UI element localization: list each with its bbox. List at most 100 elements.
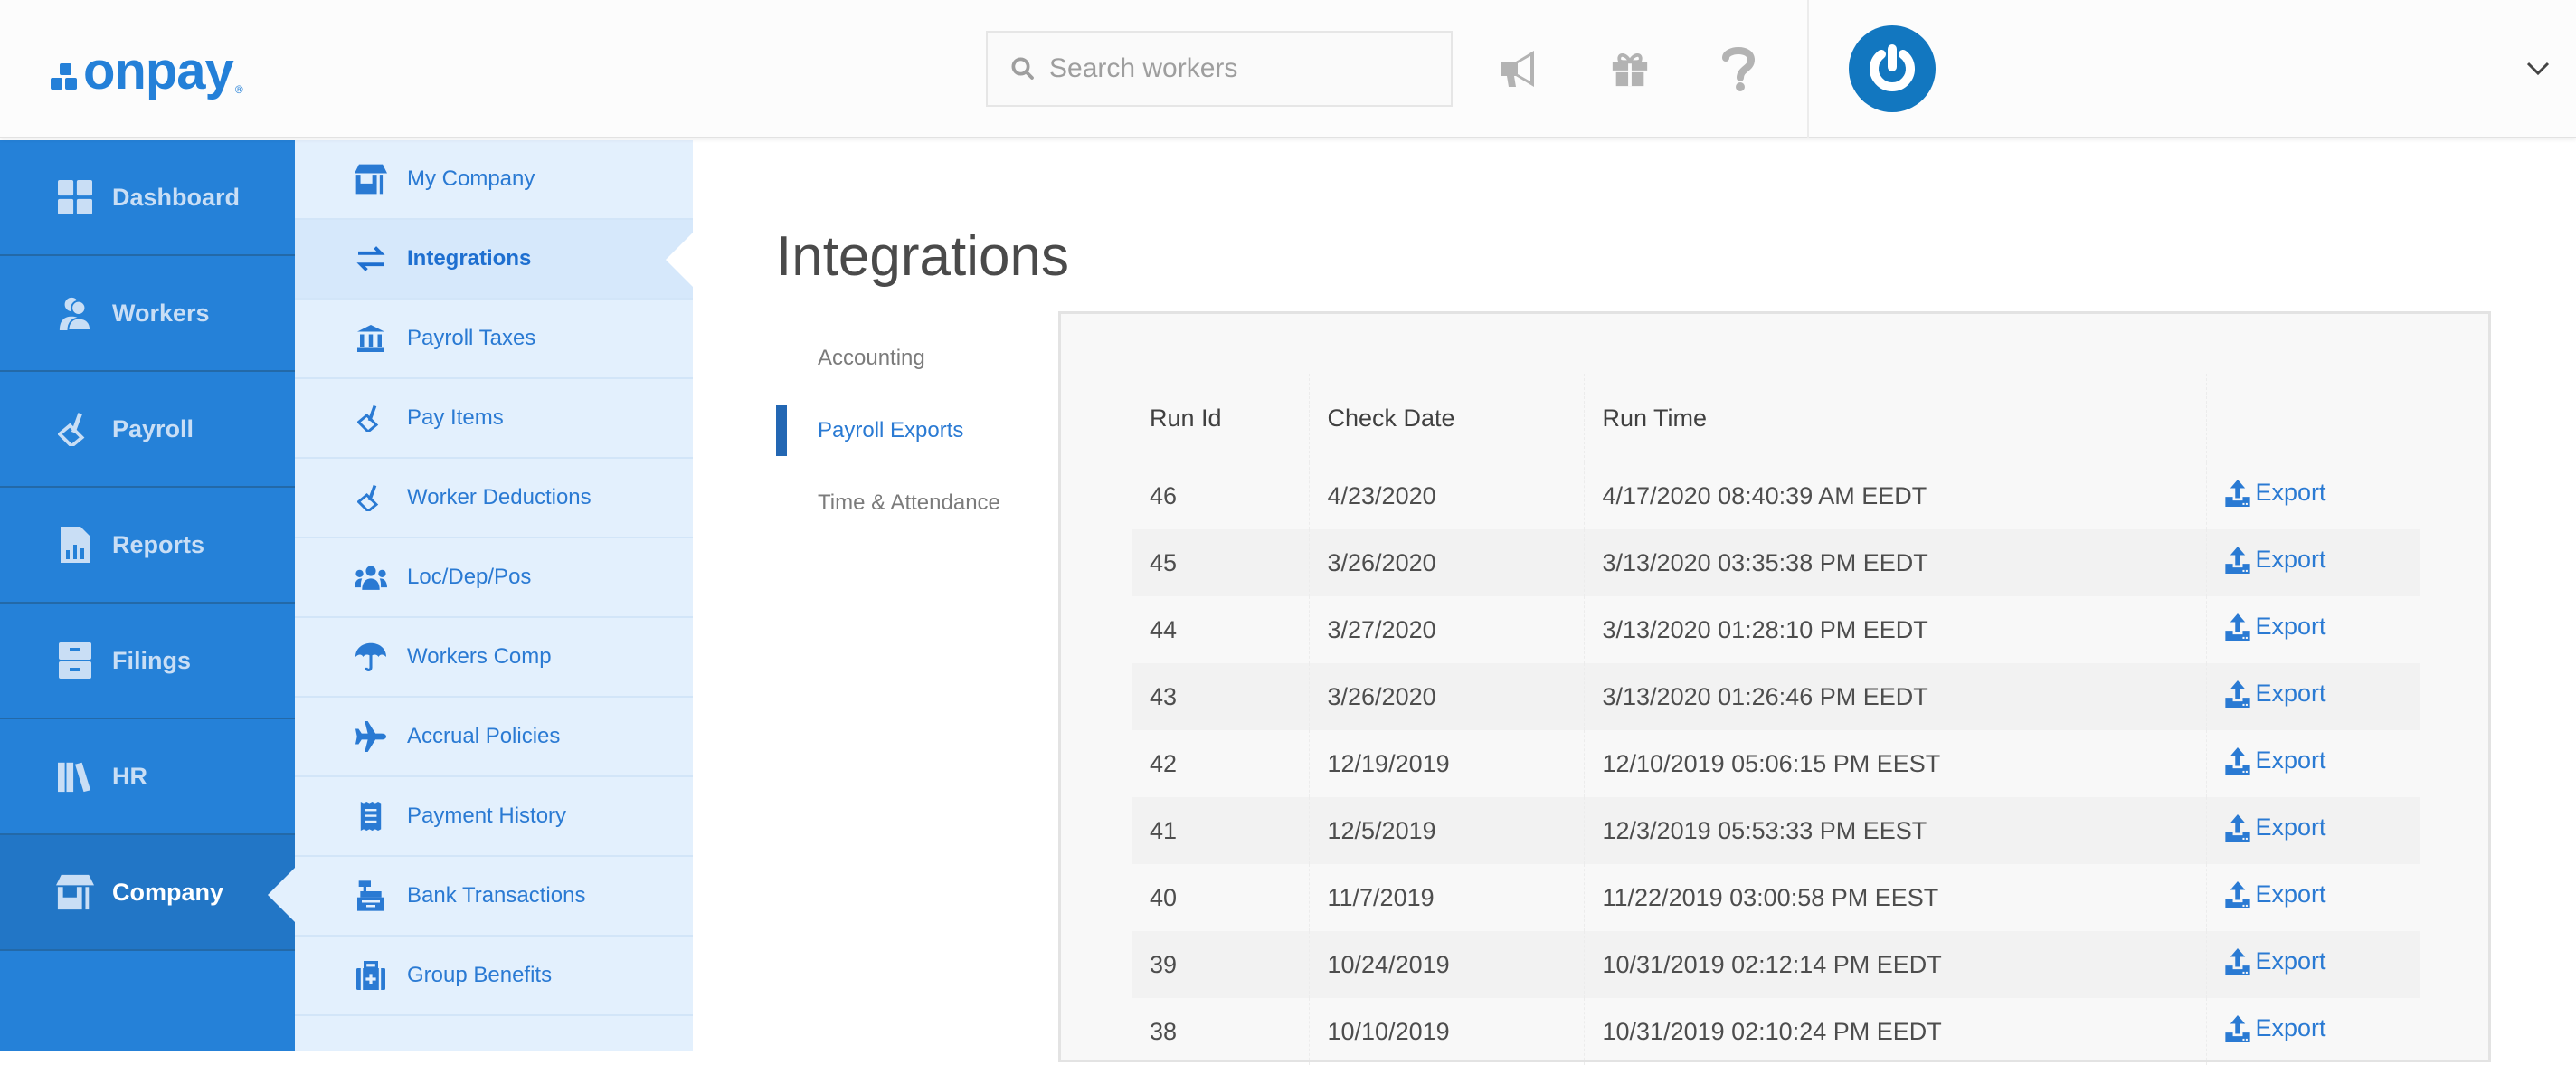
registered-mark: ®	[234, 83, 243, 96]
nav-hr[interactable]: HR	[0, 719, 295, 835]
subnav-label: Workers Comp	[407, 644, 552, 669]
export-button[interactable]: Export	[2224, 680, 2326, 708]
table-row: 45 3/26/2020 3/13/2020 03:35:38 PM EEDT …	[1132, 529, 2420, 596]
announcements-button[interactable]	[1494, 42, 1548, 96]
check-date-cell: 12/19/2019	[1308, 730, 1584, 797]
secondary-sidebar: My Company Integrations Payroll Taxes Pa…	[295, 140, 693, 1051]
actions-cell: Export	[2205, 998, 2420, 1065]
check-date-cell: 10/24/2019	[1308, 931, 1584, 998]
export-button[interactable]: Export	[2224, 546, 2326, 574]
nav-label: Filings	[112, 646, 191, 674]
export-button[interactable]: Export	[2224, 479, 2326, 507]
onpay-logo[interactable]: onpay ®	[51, 45, 243, 98]
exchange-icon	[355, 242, 387, 275]
nav-label: Reports	[112, 530, 205, 558]
table-row: 46 4/23/2020 4/17/2020 08:40:39 AM EEDT …	[1132, 462, 2420, 529]
subnav-workers-comp[interactable]: Workers Comp	[295, 618, 693, 698]
table-row: 41 12/5/2019 12/3/2019 05:53:33 PM EEST …	[1132, 797, 2420, 864]
workers-icon	[56, 294, 94, 332]
export-button[interactable]: Export	[2224, 880, 2326, 908]
export-button[interactable]: Export	[2224, 813, 2326, 842]
subnav-my-company[interactable]: My Company	[295, 140, 693, 220]
search-icon	[1011, 57, 1034, 80]
hr-icon	[56, 757, 94, 795]
primary-sidebar: Dashboard Workers Payroll Reports Filing…	[0, 140, 295, 1051]
search-input[interactable]	[1049, 53, 1429, 84]
cash-register-icon	[355, 880, 387, 912]
gift-icon	[1612, 53, 1648, 87]
subnav-label: Worker Deductions	[407, 485, 592, 509]
export-label: Export	[2255, 680, 2326, 708]
help-button[interactable]	[1711, 42, 1766, 96]
run-time-cell: 3/13/2020 03:35:38 PM EEDT	[1583, 529, 2206, 596]
top-bar: onpay ®	[0, 0, 2576, 138]
subnav-label: Payment History	[407, 804, 567, 828]
subnav-payroll-taxes[interactable]: Payroll Taxes	[295, 300, 693, 379]
payroll-icon	[56, 410, 94, 448]
check-date-cell: 11/7/2019	[1308, 864, 1584, 931]
export-label: Export	[2255, 613, 2326, 641]
account-menu-button[interactable]	[2524, 54, 2552, 83]
chevron-down-icon	[2526, 62, 2550, 76]
table-row: 39 10/24/2019 10/31/2019 02:12:14 PM EED…	[1132, 931, 2420, 998]
users-icon	[355, 561, 387, 594]
subnav-loc-dep-pos[interactable]: Loc/Dep/Pos	[295, 538, 693, 618]
nav-company[interactable]: Company	[0, 835, 295, 951]
upload-icon	[2224, 947, 2250, 975]
tab-time-attendance[interactable]: Time & Attendance	[776, 467, 1047, 539]
gifts-button[interactable]	[1603, 42, 1657, 96]
column-actions	[2205, 374, 2420, 462]
subnav-label: Accrual Policies	[407, 724, 561, 748]
nav-payroll[interactable]: Payroll	[0, 372, 295, 488]
subnav-bank-transactions[interactable]: Bank Transactions	[295, 857, 693, 937]
filings-icon	[56, 642, 94, 680]
integrations-tabs: Accounting Payroll Exports Time & Attend…	[776, 322, 1047, 539]
tab-payroll-exports[interactable]: Payroll Exports	[776, 395, 1047, 467]
run-time-cell: 4/17/2020 08:40:39 AM EEDT	[1583, 462, 2206, 529]
run-id-cell: 42	[1150, 749, 1178, 777]
run-id-cell: 39	[1132, 931, 1309, 998]
umbrella-icon	[355, 641, 387, 673]
run-id-cell: 38	[1150, 1017, 1178, 1045]
medkit-icon	[355, 959, 387, 992]
help-icon	[1722, 47, 1756, 91]
export-button[interactable]: Export	[2224, 613, 2326, 641]
tab-accounting[interactable]: Accounting	[776, 322, 1047, 395]
nav-filings[interactable]: Filings	[0, 604, 295, 719]
run-time-cell: 3/13/2020 01:28:10 PM EEDT	[1583, 596, 2206, 663]
subnav-worker-deductions[interactable]: Worker Deductions	[295, 459, 693, 538]
upload-icon	[2224, 680, 2250, 708]
company-icon	[56, 873, 94, 911]
nav-workers[interactable]: Workers	[0, 256, 295, 372]
subnav-pay-items[interactable]: Pay Items	[295, 379, 693, 459]
run-time-cell: 3/13/2020 01:26:46 PM EEDT	[1583, 663, 2206, 730]
nav-dashboard[interactable]: Dashboard	[0, 140, 295, 256]
subnav-payment-history[interactable]: Payment History	[295, 777, 693, 857]
subnav-accrual-policies[interactable]: Accrual Policies	[295, 698, 693, 777]
nav-label: HR	[112, 762, 147, 790]
actions-cell: Export	[2205, 797, 2420, 864]
export-button[interactable]: Export	[2224, 947, 2326, 975]
upload-icon	[2224, 746, 2250, 775]
export-label: Export	[2255, 1014, 2326, 1042]
user-avatar[interactable]	[1849, 25, 1936, 112]
run-id-cell: 46	[1150, 481, 1178, 509]
column-check-date: Check Date	[1308, 374, 1584, 462]
export-button[interactable]: Export	[2224, 1014, 2326, 1042]
check-date-cell: 4/23/2020	[1308, 462, 1584, 529]
subnav-label: Pay Items	[407, 405, 504, 430]
subnav-group-benefits[interactable]: Group Benefits	[295, 937, 693, 1016]
column-run-time: Run Time	[1583, 374, 2206, 462]
run-time-cell: 12/10/2019 05:06:15 PM EEST	[1583, 730, 2206, 797]
search-box[interactable]	[986, 31, 1453, 107]
dashboard-icon	[56, 178, 94, 216]
export-button[interactable]: Export	[2224, 746, 2326, 775]
logo-text: onpay	[83, 42, 234, 100]
run-id-cell: 45	[1132, 529, 1309, 596]
plane-icon	[355, 720, 387, 753]
actions-cell: Export	[2205, 864, 2420, 931]
nav-reports[interactable]: Reports	[0, 488, 295, 604]
page-title: Integrations	[776, 225, 1069, 288]
subnav-integrations[interactable]: Integrations	[295, 220, 693, 300]
run-time-cell: 10/31/2019 02:10:24 PM EEDT	[1583, 998, 2206, 1065]
